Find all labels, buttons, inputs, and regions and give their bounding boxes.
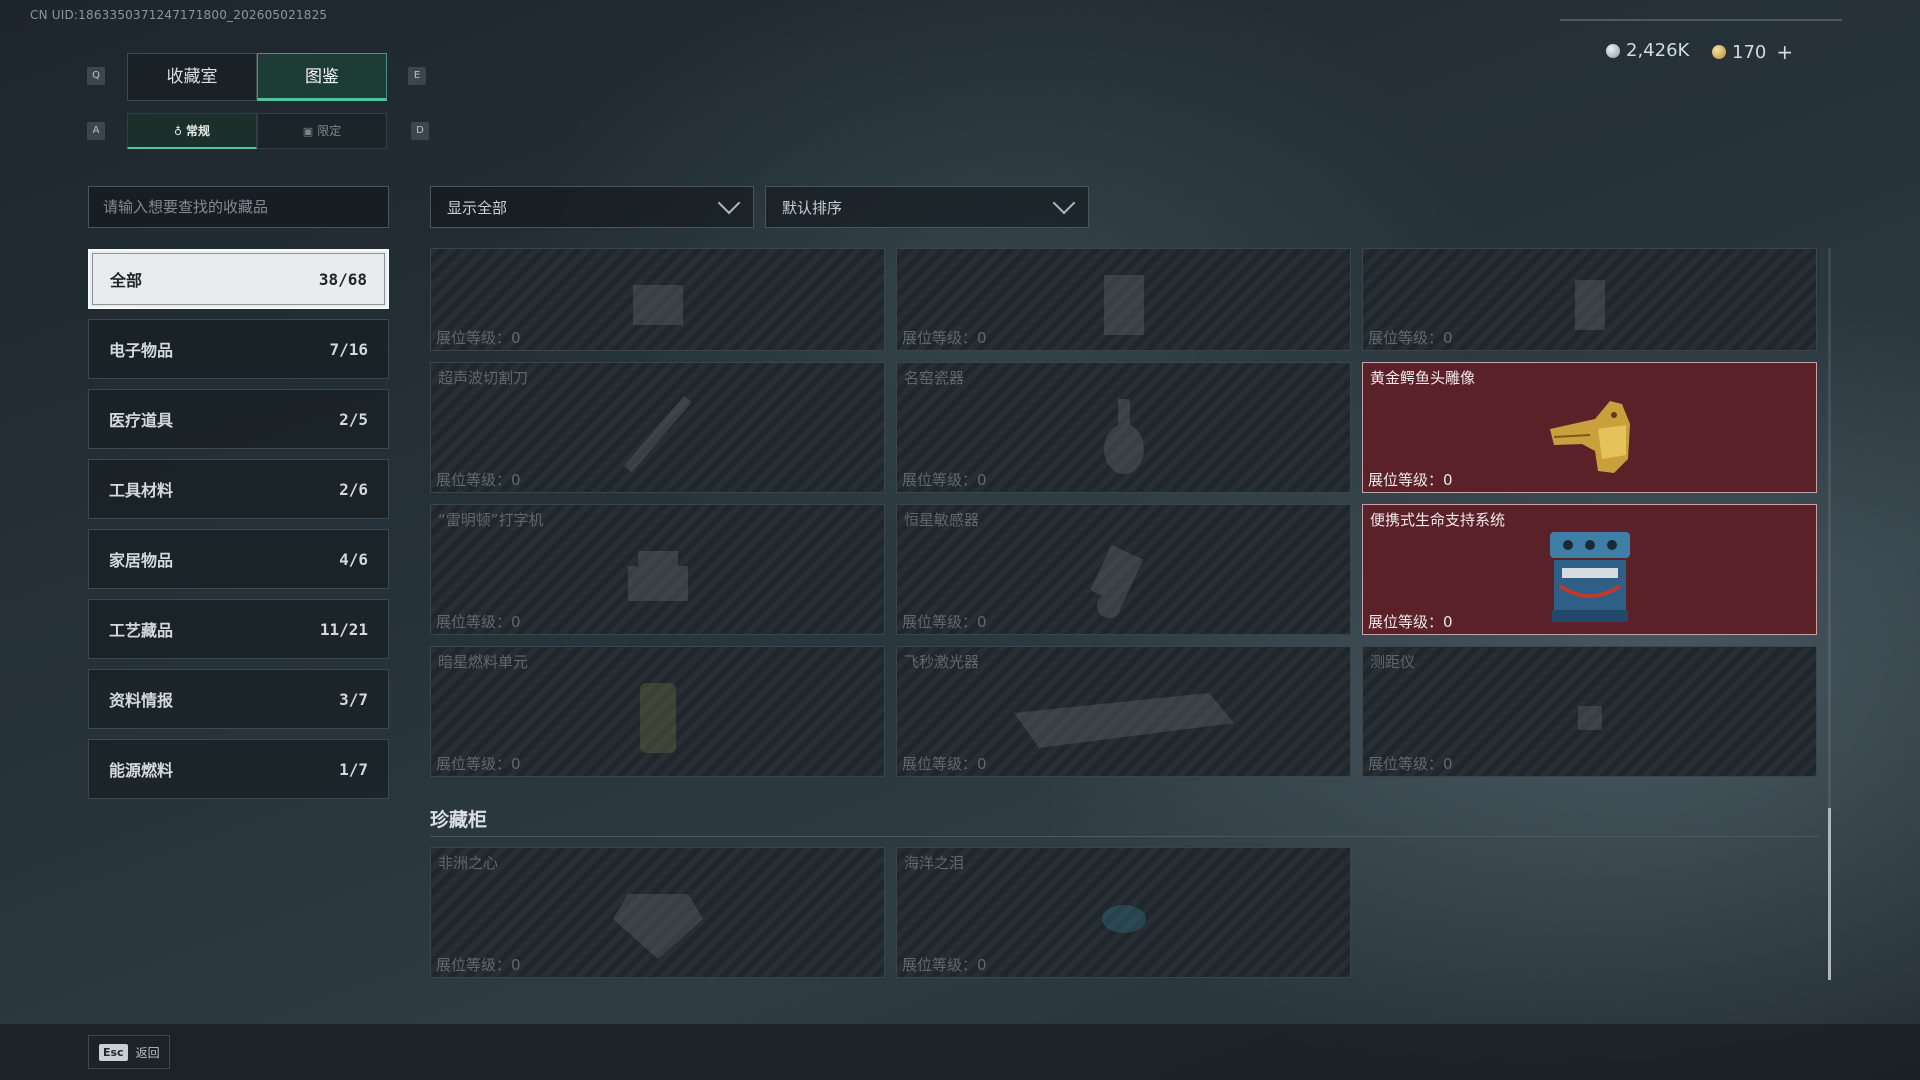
heart-of-africa-icon [612,893,703,959]
rangefinder-icon [1577,705,1602,730]
silver-currency: 2,426K [1606,40,1689,61]
category-count: 4/6 [339,549,368,569]
category-count: 38/68 [318,269,367,289]
category-count: 11/21 [319,619,368,639]
porcelain-vase-icon [1103,398,1144,474]
show-filter-dropdown[interactable]: 显示全部 [430,186,754,228]
category-label: 工具材料 [109,481,174,500]
gold-currency: 170 + [1712,40,1793,64]
section-divider [430,836,1820,837]
search-input[interactable] [88,186,389,228]
scrollbar-thumb[interactable] [1828,808,1831,980]
star-sensor-icon [1089,544,1143,618]
category-count: 7/16 [329,339,368,359]
tab-catalog[interactable]: 图鉴 [257,53,387,101]
uid-text: CN UID:1863350371247171800_202605021825 [30,8,328,22]
category-label: 全部 [110,271,143,290]
category-label: 能源燃料 [109,761,174,780]
category-household[interactable]: 家居物品 4/6 [88,529,389,589]
prev-tab-key: Q [87,67,105,85]
collection-card[interactable]: 展位等级：0 [896,248,1351,351]
back-label: 返回 [135,1045,160,1060]
collection-card[interactable]: 飞秒激光器 展位等级：0 [896,646,1351,777]
femtosecond-laser-icon [1013,692,1234,748]
collection-card-owned[interactable]: 便携式生命支持系统 展位等级：0 [1362,504,1817,635]
collection-card[interactable]: “雷明顿”打字机 展位等级：0 [430,504,885,635]
category-label: 资料情报 [109,691,174,710]
footer-bar [0,1024,1920,1080]
collection-card[interactable]: 测距仪 展位等级：0 [1362,646,1817,777]
category-count: 3/7 [339,689,368,709]
category-label: 电子物品 [109,341,174,360]
category-count: 1/7 [339,759,368,779]
subtab-regular[interactable]: ♁ 常规 [127,113,257,149]
silver-coin-icon [1606,43,1620,58]
category-count: 2/5 [339,409,368,429]
collection-card[interactable]: 非洲之心 展位等级：0 [430,847,885,978]
category-medical[interactable]: 医疗道具 2/5 [88,389,389,449]
limited-icon: ▣ [302,125,314,138]
collection-card[interactable]: 展位等级：0 [430,248,885,351]
category-intel[interactable]: 资料情报 3/7 [88,669,389,729]
collection-card[interactable]: 暗星燃料单元 展位等级：0 [430,646,885,777]
fuel-cell-icon [639,682,676,753]
category-tools[interactable]: 工具材料 2/6 [88,459,389,519]
chevron-down-icon [1052,191,1076,215]
category-fuel[interactable]: 能源燃料 1/7 [88,739,389,799]
sort-dropdown[interactable]: 默认排序 [765,186,1089,228]
typewriter-icon [627,550,688,601]
category-label: 医疗道具 [109,411,174,430]
add-currency-button[interactable]: + [1776,40,1793,64]
chevron-down-icon [717,191,741,215]
life-support-system-icon [1549,531,1630,622]
gold-coin-icon [1712,45,1726,59]
main-tabs: 收藏室 图鉴 [127,53,387,101]
collection-card-owned[interactable]: 黄金鳄鱼头雕像 展位等级：0 [1362,362,1817,493]
collection-card[interactable]: 超声波切割刀 展位等级：0 [430,362,885,493]
next-tab-key: E [408,67,426,85]
item-silhouette-icon [1103,274,1144,335]
prev-subtab-key: A [87,122,105,140]
bottle-icon: ♁ [173,125,183,138]
collection-card[interactable]: 海洋之泪 展位等级：0 [896,847,1351,978]
ultrasonic-cutter-icon [623,395,692,473]
category-crafts[interactable]: 工艺藏品 11/21 [88,599,389,659]
top-bar-line [1560,19,1842,21]
esc-key: Esc [99,1043,128,1061]
category-label: 工艺藏品 [109,621,174,640]
next-subtab-key: D [411,122,429,140]
category-electronics[interactable]: 电子物品 7/16 [88,319,389,379]
category-count: 2/6 [339,479,368,499]
collection-card[interactable]: 展位等级：0 [1362,248,1817,351]
back-button[interactable]: Esc 返回 [88,1035,170,1069]
tear-of-ocean-icon [1101,904,1146,933]
subtab-limited[interactable]: ▣ 限定 [257,113,387,149]
collection-card[interactable]: 恒星敏感器 展位等级：0 [896,504,1351,635]
sub-tabs: ♁ 常规 ▣ 限定 [127,113,387,149]
collection-card[interactable]: 名窑瓷器 展位等级：0 [896,362,1351,493]
tab-collection-room[interactable]: 收藏室 [127,53,257,101]
category-label: 家居物品 [109,551,174,570]
category-all[interactable]: 全部 38/68 [88,249,389,309]
item-silhouette-icon [1574,279,1605,330]
golden-crocodile-head-icon [1549,400,1630,473]
item-silhouette-icon [632,284,683,325]
cabinet-title: 珍藏柜 [430,809,488,831]
